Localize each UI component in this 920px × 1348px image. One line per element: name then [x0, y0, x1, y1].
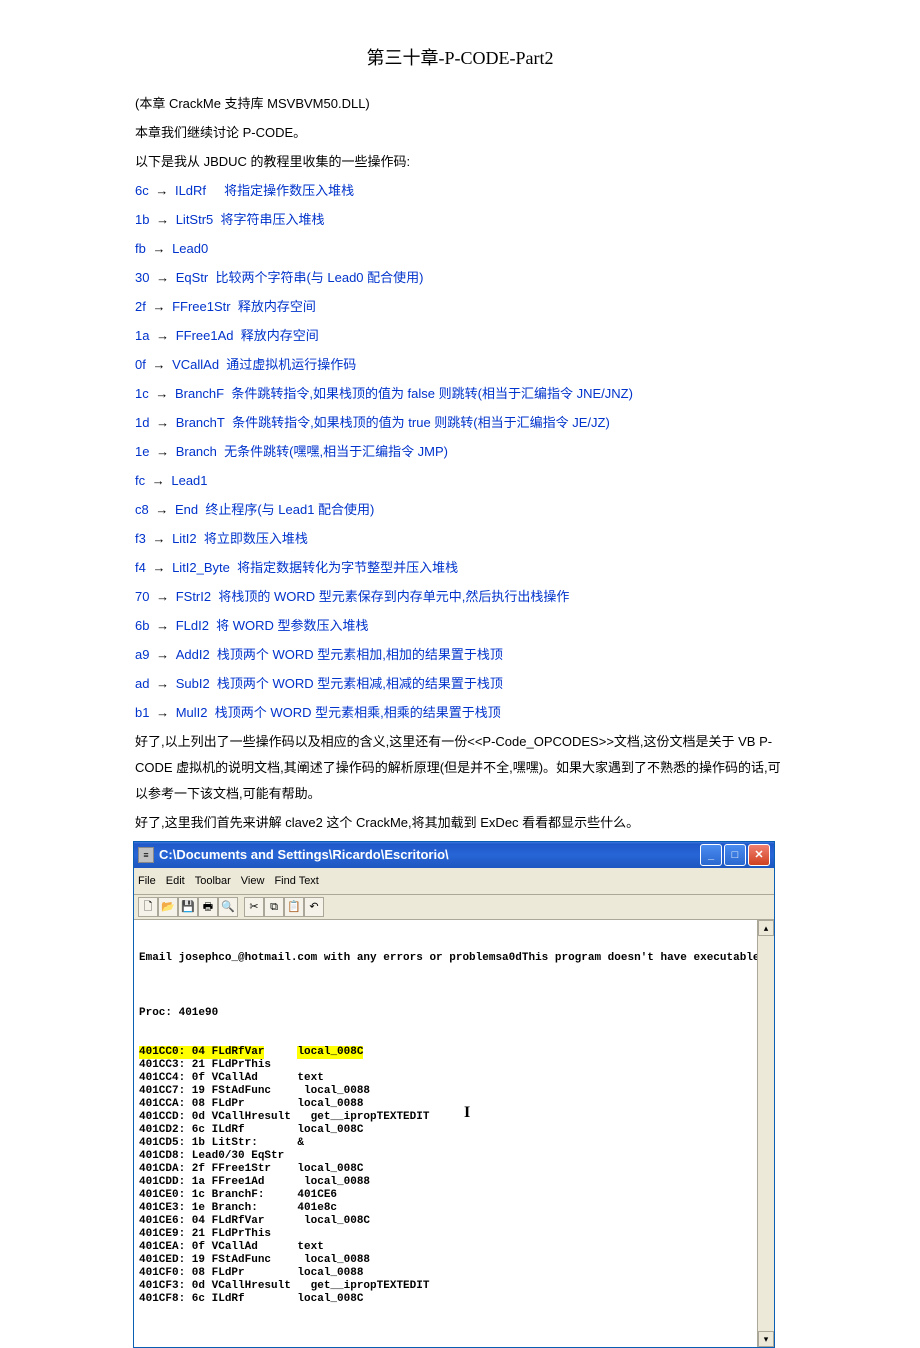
disasm-line: 401CCA: 08 FLdPr local_0088 [139, 1098, 753, 1111]
preview-icon[interactable]: 🔍 [218, 897, 238, 917]
disasm-line: 401CF8: 6c ILdRf local_008C [139, 1293, 753, 1306]
disasm-line: 401CCD: 0d VCallHresult get__ipropTEXTED… [139, 1111, 753, 1124]
opcode-line: 0f → VCallAd 通过虚拟机运行操作码 [135, 352, 785, 378]
print-icon[interactable]: 🖶 [198, 897, 218, 917]
intro-1: (本章 CrackMe 支持库 MSVBVM50.DLL) [135, 91, 785, 117]
disasm-line: 401CD2: 6c ILdRf local_008C [139, 1124, 753, 1137]
page-title: 第三十章-P-CODE-Part2 [135, 40, 785, 76]
content-area: Email josephco_@hotmail.com with any err… [134, 920, 774, 1347]
proc-label: Proc: 401e90 [139, 1007, 753, 1020]
disasm-line: 401CF3: 0d VCallHresult get__ipropTEXTED… [139, 1280, 753, 1293]
opcode-line: c8 → End 终止程序(与 Lead1 配合使用) [135, 497, 785, 523]
save-icon[interactable]: 💾 [178, 897, 198, 917]
disasm-line: 401CDD: 1a FFree1Ad local_0088 [139, 1176, 753, 1189]
disasm-line: 401CE0: 1c BranchF: 401CE6 [139, 1189, 753, 1202]
copy-icon[interactable]: ⧉ [264, 897, 284, 917]
opcode-line: 2f → FFree1Str 释放内存空间 [135, 294, 785, 320]
disasm-line: 401CE3: 1e Branch: 401e8c [139, 1202, 753, 1215]
disasm-line: 401CE9: 21 FLdPrThis [139, 1228, 753, 1241]
toolbar: 🗋 📂 💾 🖶 🔍 ✂ ⧉ 📋 ↶ [134, 895, 774, 920]
menubar: File Edit Toolbar View Find Text [134, 868, 774, 895]
disasm-line: 401CDA: 2f FFree1Str local_008C [139, 1163, 753, 1176]
opcode-list: 6c → ILdRf 将指定操作数压入堆栈 1b → LitStr5 将字符串压入… [135, 178, 785, 726]
disasm-line: 401CD5: 1b LitStr: & [139, 1137, 753, 1150]
cut-icon[interactable]: ✂ [244, 897, 264, 917]
undo-icon[interactable]: ↶ [304, 897, 324, 917]
opcode-line: 1c → BranchF 条件跳转指令,如果栈顶的值为 false 则跳转(相当… [135, 381, 785, 407]
app-icon: ≡ [138, 847, 154, 863]
disasm-line: 401CC0: 04 FLdRfVar local_008C [139, 1046, 753, 1059]
opcode-line: f4 → LitI2_Byte 将指定数据转化为字节整型并压入堆栈 [135, 555, 785, 581]
intro-2: 本章我们继续讨论 P-CODE。 [135, 120, 785, 146]
exdec-window: ≡ C:\Documents and Settings\Ricardo\Escr… [133, 841, 775, 1348]
opcode-line: 30 → EqStr 比较两个字符串(与 Lead0 配合使用) [135, 265, 785, 291]
opcode-line: b1 → MulI2 栈顶两个 WORD 型元素相乘,相乘的结果置于栈顶 [135, 700, 785, 726]
menu-toolbar[interactable]: Toolbar [195, 870, 231, 892]
opcode-line: 1a → FFree1Ad 释放内存空间 [135, 323, 785, 349]
disasm-line: 401CC4: 0f VCallAd text [139, 1072, 753, 1085]
opcode-line: fb → Lead0 [135, 236, 785, 262]
opcode-line: ad → SubI2 栈顶两个 WORD 型元素相减,相减的结果置于栈顶 [135, 671, 785, 697]
intro-3: 以下是我从 JBDUC 的教程里收集的一些操作码: [135, 149, 785, 175]
scroll-up-icon[interactable]: ▴ [758, 920, 774, 936]
window-title: C:\Documents and Settings\Ricardo\Escrit… [159, 842, 700, 868]
minimize-button[interactable]: _ [700, 844, 722, 866]
menu-view[interactable]: View [241, 870, 265, 892]
open-icon[interactable]: 📂 [158, 897, 178, 917]
disasm-line: 401CC7: 19 FStAdFunc local_0088 [139, 1085, 753, 1098]
maximize-button[interactable]: □ [724, 844, 746, 866]
menu-edit[interactable]: Edit [166, 870, 185, 892]
disasm-line: 401CD8: Lead0/30 EqStr [139, 1150, 753, 1163]
disasm-line: 401CEA: 0f VCallAd text [139, 1241, 753, 1254]
close-button[interactable]: ✕ [748, 844, 770, 866]
opcode-line: 6c → ILdRf 将指定操作数压入堆栈 [135, 178, 785, 204]
vertical-scrollbar[interactable]: ▴ ▾ [757, 920, 774, 1347]
menu-find-text[interactable]: Find Text [274, 870, 318, 892]
opcode-line: a9 → AddI2 栈顶两个 WORD 型元素相加,相加的结果置于栈顶 [135, 642, 785, 668]
paste-icon[interactable]: 📋 [284, 897, 304, 917]
opcode-line: 70 → FStrI2 将栈顶的 WORD 型元素保存到内存单元中,然后执行出栈… [135, 584, 785, 610]
opcode-line: 1e → Branch 无条件跳转(嘿嘿,相当于汇编指令 JMP) [135, 439, 785, 465]
opcode-line: 6b → FLdI2 将 WORD 型参数压入堆栈 [135, 613, 785, 639]
disasm-lines: 401CC0: 04 FLdRfVar local_008C401CC3: 21… [139, 1046, 753, 1306]
code-area[interactable]: Email josephco_@hotmail.com with any err… [135, 920, 757, 1347]
opcode-line: 1b → LitStr5 将字符串压入堆栈 [135, 207, 785, 233]
disasm-line: 401CF0: 08 FLdPr local_0088 [139, 1267, 753, 1280]
opcode-line: 1d → BranchT 条件跳转指令,如果栈顶的值为 true 则跳转(相当于… [135, 410, 785, 436]
opcode-line: f3 → LitI2 将立即数压入堆栈 [135, 526, 785, 552]
menu-file[interactable]: File [138, 870, 156, 892]
outro-2: 好了,这里我们首先来讲解 clave2 这个 CrackMe,将其加载到 ExD… [135, 810, 785, 836]
disasm-line: 401CC3: 21 FLdPrThis [139, 1059, 753, 1072]
titlebar[interactable]: ≡ C:\Documents and Settings\Ricardo\Escr… [134, 842, 774, 868]
outro-1: 好了,以上列出了一些操作码以及相应的含义,这里还有一份<<P-Code_OPCO… [135, 729, 785, 807]
disasm-line: 401CED: 19 FStAdFunc local_0088 [139, 1254, 753, 1267]
disasm-line: 401CE6: 04 FLdRfVar local_008C [139, 1215, 753, 1228]
new-icon[interactable]: 🗋 [138, 897, 158, 917]
scroll-down-icon[interactable]: ▾ [758, 1331, 774, 1347]
opcode-line: fc → Lead1 [135, 468, 785, 494]
email-msg: Email josephco_@hotmail.com with any err… [139, 952, 753, 965]
text-cursor-icon: I [464, 1106, 470, 1119]
